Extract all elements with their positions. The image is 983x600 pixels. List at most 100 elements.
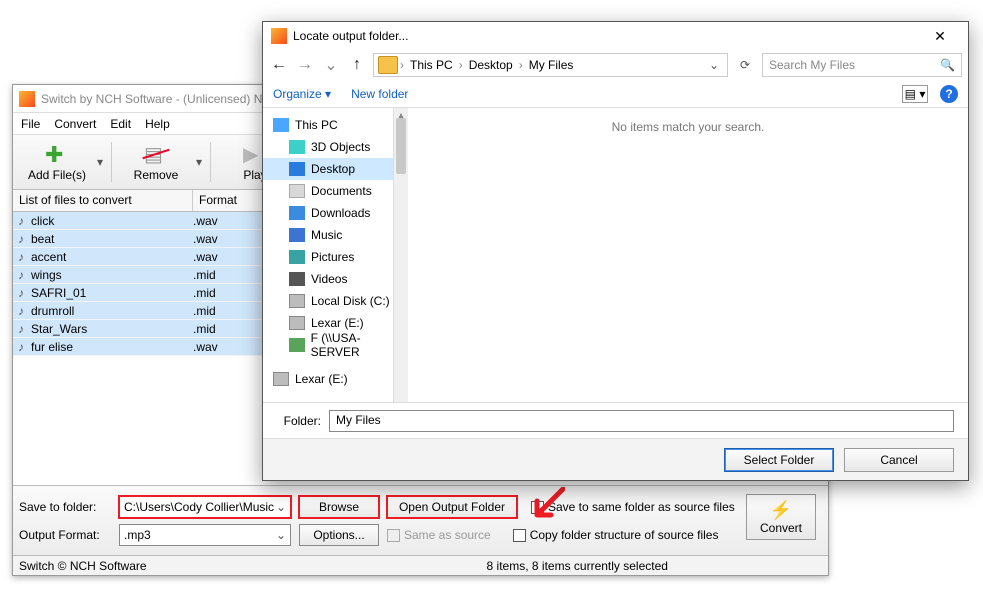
separator	[210, 142, 211, 182]
tree-music[interactable]: Music	[263, 224, 407, 246]
search-input[interactable]: Search My Files 🔍	[762, 53, 962, 77]
tree-downloads[interactable]: Downloads	[263, 202, 407, 224]
remove-label: Remove	[134, 168, 179, 182]
tree-pictures[interactable]: Pictures	[263, 246, 407, 268]
same-folder-checkbox[interactable]: Save to same folder as source files	[531, 500, 735, 514]
desktop-icon	[289, 162, 305, 176]
downloads-icon	[289, 206, 305, 220]
output-format-label: Output Format:	[19, 528, 119, 542]
menu-file[interactable]: File	[21, 117, 40, 131]
dialog-toolbar: Organize ▾ New folder ▤ ▾ ?	[263, 80, 968, 108]
same-as-source-label: Same as source	[404, 528, 491, 542]
crumb-dropdown[interactable]: ⌄	[705, 58, 723, 72]
tree-videos[interactable]: Videos	[263, 268, 407, 290]
music-icon	[289, 228, 305, 242]
convert-button[interactable]: Convert	[746, 494, 816, 540]
lightning-icon	[770, 500, 792, 521]
add-files-dropdown[interactable]: ▾	[97, 155, 107, 169]
tree-scrollbar[interactable]: ▴	[393, 108, 408, 402]
copy-structure-label: Copy folder structure of source files	[530, 528, 719, 542]
up-button[interactable]: ↑	[347, 56, 367, 74]
disk-icon	[273, 372, 289, 386]
open-output-folder-button[interactable]: Open Output Folder	[387, 496, 517, 518]
folder-row: Folder: My Files	[263, 402, 968, 438]
status-right: 8 items, 8 items currently selected	[487, 559, 668, 573]
plus-icon	[45, 142, 69, 166]
bottom-panel: Save to folder: C:\Users\Cody Collier\Mu…	[13, 485, 828, 555]
options-button[interactable]: Options...	[299, 524, 379, 546]
same-as-source-checkbox: Same as source	[387, 528, 491, 542]
dialog-title: Locate output folder...	[293, 29, 920, 43]
file-name: beat	[29, 232, 187, 246]
disk-icon	[289, 316, 305, 330]
open-output-label: Open Output Folder	[399, 500, 505, 514]
forward-button[interactable]: →	[295, 56, 315, 74]
folder-icon	[378, 56, 398, 74]
audio-file-icon: ♪	[13, 232, 29, 246]
checkbox-icon	[513, 529, 526, 542]
tree-network-f[interactable]: F (\\USA-SERVER	[263, 334, 407, 356]
pc-icon	[273, 118, 289, 132]
breadcrumb[interactable]: › This PC › Desktop › My Files ⌄	[373, 53, 728, 77]
documents-icon	[289, 184, 305, 198]
file-name: wings	[29, 268, 187, 282]
remove-dropdown[interactable]: ▾	[196, 155, 206, 169]
search-placeholder: Search My Files	[769, 58, 855, 72]
audio-file-icon: ♪	[13, 322, 29, 336]
checkbox-icon	[531, 501, 544, 514]
folder-value: My Files	[336, 413, 381, 427]
back-button[interactable]: ←	[269, 56, 289, 74]
folder-label: Folder:	[277, 414, 321, 428]
network-drive-icon	[289, 338, 305, 352]
audio-file-icon: ♪	[13, 214, 29, 228]
add-files-button[interactable]: Add File(s)	[17, 137, 97, 187]
tree-this-pc[interactable]: This PC	[263, 114, 407, 136]
empty-message: No items match your search.	[408, 108, 968, 402]
menu-convert[interactable]: Convert	[54, 117, 96, 131]
add-files-label: Add File(s)	[28, 168, 86, 182]
recent-dropdown[interactable]: ⌄	[321, 55, 341, 75]
crumb-this-pc[interactable]: This PC	[406, 58, 457, 72]
tree-lexar-e-root[interactable]: Lexar (E:)	[263, 368, 407, 390]
save-to-folder-combo[interactable]: C:\Users\Cody Collier\Music ⌄	[119, 496, 291, 518]
folder-tree: This PC 3D Objects Desktop Documents Dow…	[263, 108, 408, 402]
dialog-nav: ← → ⌄ ↑ › This PC › Desktop › My Files ⌄…	[263, 50, 968, 80]
output-format-combo[interactable]: .mp3 ⌄	[119, 524, 291, 546]
menu-help[interactable]: Help	[145, 117, 170, 131]
app-icon	[19, 91, 35, 107]
save-to-folder-value: C:\Users\Cody Collier\Music	[124, 500, 274, 514]
locate-output-folder-dialog: Locate output folder... ✕ ← → ⌄ ↑ › This…	[262, 21, 969, 481]
chevron-down-icon: ⌄	[276, 528, 286, 542]
copy-structure-checkbox[interactable]: Copy folder structure of source files	[513, 528, 719, 542]
menu-edit[interactable]: Edit	[110, 117, 131, 131]
search-icon: 🔍	[940, 58, 955, 72]
refresh-button[interactable]: ⟳	[734, 58, 756, 72]
tree-documents[interactable]: Documents	[263, 180, 407, 202]
close-button[interactable]: ✕	[920, 28, 960, 45]
audio-file-icon: ♪	[13, 304, 29, 318]
help-button[interactable]: ?	[940, 85, 958, 103]
view-button[interactable]: ▤ ▾	[902, 85, 928, 103]
tree-local-disk-c[interactable]: Local Disk (C:)	[263, 290, 407, 312]
options-label: Options...	[313, 528, 364, 542]
remove-button[interactable]: Remove	[116, 137, 196, 187]
checkbox-icon	[387, 529, 400, 542]
crumb-my-files[interactable]: My Files	[525, 58, 578, 72]
crumb-desktop[interactable]: Desktop	[465, 58, 517, 72]
chevron-right-icon: ›	[459, 58, 463, 72]
audio-file-icon: ♪	[13, 286, 29, 300]
browse-button[interactable]: Browse	[299, 496, 379, 518]
new-folder-button[interactable]: New folder	[351, 87, 408, 101]
folder-input[interactable]: My Files	[329, 410, 954, 432]
content-pane: No items match your search.	[408, 108, 968, 402]
select-folder-button[interactable]: Select Folder	[724, 448, 834, 472]
tree-desktop[interactable]: Desktop	[263, 158, 407, 180]
organize-menu[interactable]: Organize ▾	[273, 87, 331, 101]
tree-3d-objects[interactable]: 3D Objects	[263, 136, 407, 158]
audio-file-icon: ♪	[13, 340, 29, 354]
scroll-thumb[interactable]	[396, 118, 406, 174]
cancel-button[interactable]: Cancel	[844, 448, 954, 472]
dialog-buttons: Select Folder Cancel	[263, 438, 968, 480]
col-file[interactable]: List of files to convert	[13, 190, 193, 211]
app-icon	[271, 28, 287, 44]
